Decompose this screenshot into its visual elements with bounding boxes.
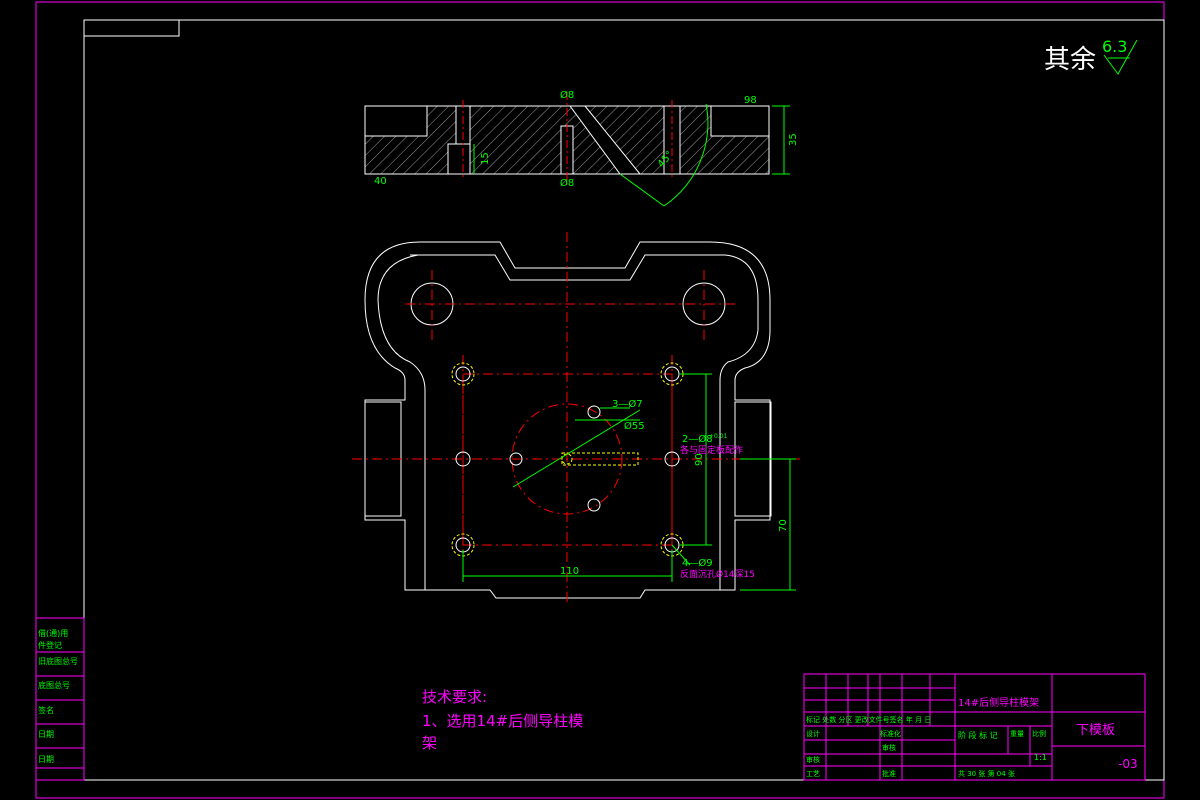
label-scale: 比例 — [1032, 729, 1046, 738]
side-label-2: 旧底图总号 — [38, 656, 78, 666]
side-label-6: 日期 — [38, 755, 54, 764]
scale-value: 1:1 — [1034, 753, 1047, 762]
side-label-5: 日期 — [38, 730, 54, 739]
label-check: 审核 — [882, 743, 896, 752]
surface-finish-value: 6.3 — [1102, 37, 1127, 56]
title-block: 14#后侧导柱模架 下模板 -03 标记 处数 分区 更改文件号签名 年 月 日… — [803, 673, 1146, 781]
side-block: 借(通)用 件登记 旧底图总号 底图总号 签名 日期 日期 — [35, 617, 85, 781]
tech-req-line2: 架 — [422, 734, 437, 752]
note-pin-machining: 各与固定板配作 — [680, 444, 743, 456]
label-stage: 阶 段 标 记 — [958, 730, 998, 740]
tech-req-heading: 技术要求: — [422, 688, 487, 706]
dim-98: 98 — [744, 95, 757, 106]
label-design: 设计 — [806, 729, 820, 738]
dim-70: 70 — [778, 519, 789, 532]
label-approve: 批准 — [882, 769, 896, 778]
side-label-0: 借(通)用 — [38, 628, 68, 638]
cad-drawing: 其余 6.3 35 15 Ø8 Ø8 98 40 45° 3—Ø7 Ø55 2—… — [35, 1, 1165, 799]
section-view: 35 15 Ø8 Ø8 98 40 45° — [364, 89, 799, 207]
surface-finish-symbol: 其余 6.3 — [1044, 37, 1138, 75]
plan-centerlines — [352, 232, 800, 606]
label-process: 工艺 — [806, 770, 820, 778]
note-3-holes: 3—Ø7 — [612, 398, 643, 410]
part-name: 下模板 — [1076, 723, 1115, 738]
note-2-holes-tolerance: +0.01 — [709, 433, 728, 440]
side-label-4: 签名 — [38, 705, 54, 715]
drawing-title: 14#后侧导柱模架 — [958, 696, 1039, 709]
dim-40: 40 — [374, 176, 387, 187]
corner-box — [83, 19, 180, 37]
sheet-count: 共 30 张 第 04 张 — [958, 769, 1015, 778]
surface-finish-prefix: 其余 — [1044, 45, 1096, 75]
dim-90: 90 — [694, 453, 705, 466]
drawing-number: -03 — [1118, 757, 1138, 771]
note-4-holes: 4—Ø9 — [682, 557, 713, 569]
dim-15: 15 — [480, 152, 491, 165]
tech-requirements: 技术要求: 1、选用14#后侧导柱模 架 — [422, 688, 583, 752]
dim-phi8: Ø8 — [560, 89, 574, 101]
label-standardization: 标准化 — [880, 729, 901, 738]
svg-text:Ø8: Ø8 — [560, 177, 574, 189]
revision-header: 标记 处数 分区 更改文件号签名 年 月 日 — [806, 715, 931, 724]
dim-110: 110 — [560, 566, 579, 577]
label-weight: 重量 — [1010, 730, 1024, 738]
tech-req-line1: 1、选用14#后侧导柱模 — [422, 712, 583, 730]
note-phi55: Ø55 — [624, 420, 645, 432]
label-review: 审核 — [806, 755, 820, 764]
note-counterbore: 反面沉孔Ø14深15 — [680, 569, 755, 580]
side-label-1: 件登记 — [38, 640, 62, 650]
dim-35: 35 — [788, 133, 799, 146]
side-label-3: 底图总号 — [38, 680, 70, 690]
